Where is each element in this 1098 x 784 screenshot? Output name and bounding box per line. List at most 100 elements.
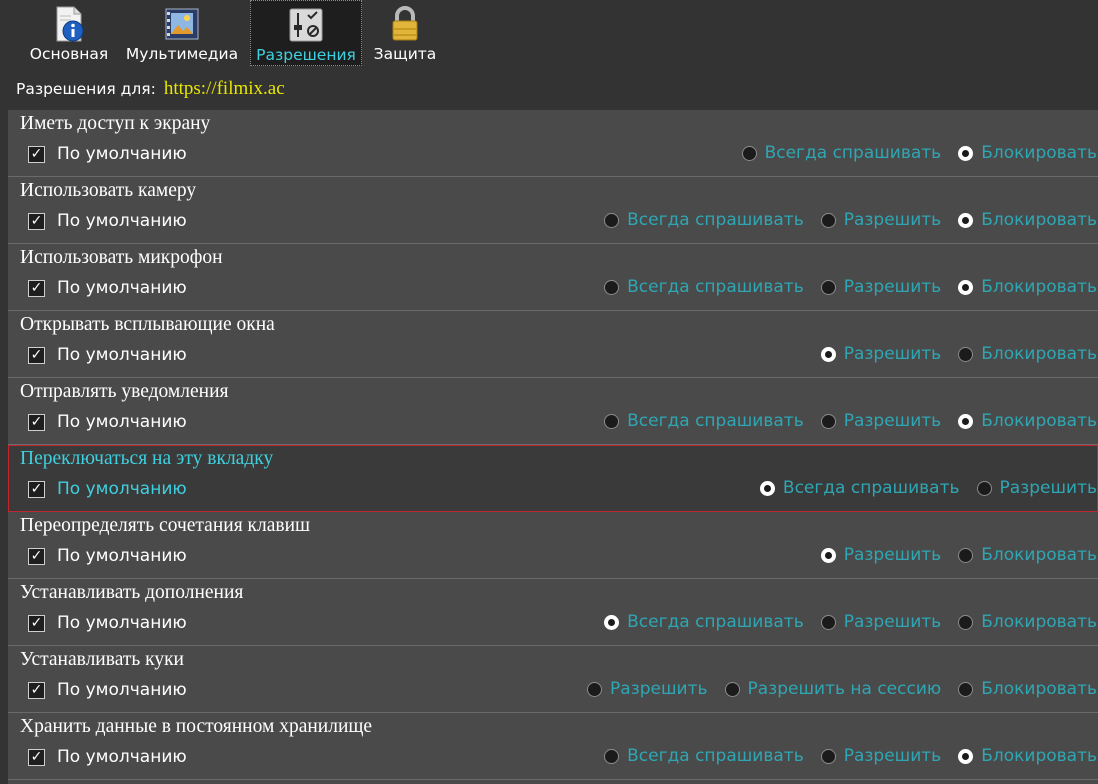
permission-row[interactable]: Устанавливать дополнения ✓ По умолчанию Все…: [8, 579, 1098, 646]
tab-multimedia[interactable]: Мультимедиа: [126, 0, 238, 66]
radio-button[interactable]: [604, 748, 620, 764]
default-checkbox-group[interactable]: ✓ По умолчанию: [28, 278, 187, 298]
permission-row[interactable]: Открывать всплывающие окна ✓ По умолчанию Р…: [8, 311, 1098, 378]
permission-row[interactable]: Использовать микрофон ✓ По умолчанию Всегда…: [8, 244, 1098, 311]
default-checkbox-group[interactable]: ✓ По умолчанию: [28, 144, 187, 164]
default-checkbox-group[interactable]: ✓ По умолчанию: [28, 211, 187, 231]
radio-option[interactable]: Блокировать: [958, 277, 1097, 297]
site-url: https://filmix.ac: [163, 78, 285, 99]
permission-row[interactable]: Переопределять сочетания клавиш ✓ По умолч…: [8, 512, 1098, 579]
radio-option[interactable]: Блокировать: [958, 411, 1097, 431]
radio-button[interactable]: [820, 614, 836, 630]
radio-option[interactable]: Разрешить: [820, 210, 941, 230]
radio-button[interactable]: [958, 614, 974, 630]
radio-button[interactable]: [759, 480, 775, 496]
default-checkbox[interactable]: ✓: [28, 279, 45, 297]
radio-label: Разрешить: [843, 277, 942, 297]
radio-button[interactable]: [604, 212, 620, 228]
default-checkbox[interactable]: ✓: [28, 413, 45, 431]
radio-button[interactable]: [958, 681, 974, 697]
padlock-icon: [392, 6, 418, 41]
default-checkbox[interactable]: ✓: [28, 681, 45, 699]
default-checkbox-group[interactable]: ✓ По умолчанию: [28, 479, 187, 499]
radio-button[interactable]: [820, 346, 836, 362]
radio-option[interactable]: Разрешить на сессию: [724, 679, 941, 699]
tab-security[interactable]: Защита: [372, 0, 438, 66]
radio-option[interactable]: Блокировать: [958, 344, 1097, 364]
radio-button[interactable]: [958, 279, 974, 295]
radio-button[interactable]: [820, 748, 836, 764]
radio-option[interactable]: Блокировать: [958, 210, 1097, 230]
default-checkbox-group[interactable]: ✓ По умолчанию: [28, 747, 187, 767]
permission-row[interactable]: Хранить данные в постоянном хранилище ✓ По…: [8, 713, 1098, 780]
radio-option[interactable]: Разрешить: [820, 746, 941, 766]
radio-group: Всегда спрашивать Разрешить Блокировать: [587, 209, 1098, 231]
radio-option[interactable]: Разрешить: [820, 411, 941, 431]
radio-label: Разрешить: [843, 344, 942, 364]
default-checkbox[interactable]: ✓: [28, 346, 45, 364]
radio-option[interactable]: Блокировать: [958, 545, 1097, 565]
radio-option[interactable]: Всегда спрашивать: [604, 210, 804, 230]
radio-option[interactable]: Блокировать: [958, 612, 1097, 632]
permission-title: Использовать камеру: [20, 180, 197, 201]
default-checkbox[interactable]: ✓: [28, 212, 45, 230]
radio-option[interactable]: Блокировать: [958, 143, 1097, 163]
default-checkbox-group[interactable]: ✓ По умолчанию: [28, 613, 187, 633]
radio-button[interactable]: [741, 145, 757, 161]
radio-button[interactable]: [820, 547, 836, 563]
radio-button[interactable]: [958, 547, 974, 563]
radio-option[interactable]: Всегда спрашивать: [741, 143, 941, 163]
default-checkbox-group[interactable]: ✓ По умолчанию: [28, 345, 187, 365]
radio-option[interactable]: Разрешить: [820, 612, 942, 632]
permission-row[interactable]: Использовать камеру ✓ По умолчанию Всегда с…: [8, 177, 1098, 244]
permission-title: Открывать всплывающие окна: [20, 314, 275, 335]
default-checkbox[interactable]: ✓: [28, 748, 45, 766]
radio-button[interactable]: [820, 413, 836, 429]
permission-sliders-icon: [289, 8, 323, 42]
radio-option[interactable]: Разрешить: [976, 478, 1097, 498]
default-checkbox-group[interactable]: ✓ По умолчанию: [28, 546, 187, 566]
radio-label: Блокировать: [981, 143, 1097, 163]
radio-label: Блокировать: [981, 612, 1097, 632]
default-checkbox[interactable]: ✓: [28, 145, 45, 163]
radio-button[interactable]: [958, 413, 974, 429]
radio-label: Всегда спрашивать: [782, 478, 960, 498]
permission-title: Хранить данные в постоянном хранилище: [20, 716, 373, 737]
radio-option[interactable]: Всегда спрашивать: [604, 277, 804, 297]
permission-row[interactable]: Переключаться на эту вкладку ✓ По умолчани…: [8, 445, 1098, 512]
default-checkbox[interactable]: ✓: [28, 614, 45, 632]
radio-option[interactable]: Блокировать: [958, 746, 1097, 766]
radio-option[interactable]: Разрешить: [820, 344, 942, 364]
radio-button[interactable]: [604, 279, 620, 295]
radio-button[interactable]: [820, 279, 836, 295]
default-checkbox[interactable]: ✓: [28, 480, 45, 498]
radio-button[interactable]: [958, 748, 974, 764]
default-checkbox-group[interactable]: ✓ По умолчанию: [28, 412, 187, 432]
radio-button[interactable]: [958, 145, 974, 161]
tab-general[interactable]: Основная: [26, 0, 112, 66]
permission-row[interactable]: Отправлять уведомления ✓ По умолчанию Всегд…: [8, 378, 1098, 445]
default-checkbox-label: По умолчанию: [57, 680, 187, 700]
permission-row[interactable]: Устанавливать куки ✓ По умолчанию Разрешить…: [8, 646, 1098, 713]
radio-button[interactable]: [724, 681, 740, 697]
radio-button[interactable]: [587, 681, 603, 697]
radio-option[interactable]: Разрешить: [820, 545, 941, 565]
default-checkbox-group[interactable]: ✓ По умолчанию: [28, 680, 187, 700]
tab-permissions[interactable]: Разрешения: [250, 0, 362, 66]
radio-button[interactable]: [976, 480, 992, 496]
radio-button[interactable]: [820, 212, 836, 228]
radio-option[interactable]: Всегда спрашивать: [759, 478, 960, 498]
radio-button[interactable]: [604, 413, 620, 429]
radio-button[interactable]: [958, 346, 974, 362]
default-checkbox[interactable]: ✓: [28, 547, 45, 565]
radio-option[interactable]: Всегда спрашивать: [604, 411, 804, 431]
permission-row[interactable]: Иметь доступ к экрану ✓ По умолчанию Всегда…: [8, 110, 1098, 177]
radio-button[interactable]: [958, 212, 974, 228]
radio-option[interactable]: Всегда спрашивать: [604, 612, 804, 632]
radio-option[interactable]: Всегда спрашивать: [604, 746, 804, 766]
radio-button[interactable]: [604, 614, 620, 630]
radio-option[interactable]: Разрешить: [587, 679, 708, 699]
radio-option[interactable]: Разрешить: [820, 277, 942, 297]
radio-option[interactable]: Блокировать: [958, 679, 1097, 699]
radio-label: Разрешить: [843, 612, 942, 632]
